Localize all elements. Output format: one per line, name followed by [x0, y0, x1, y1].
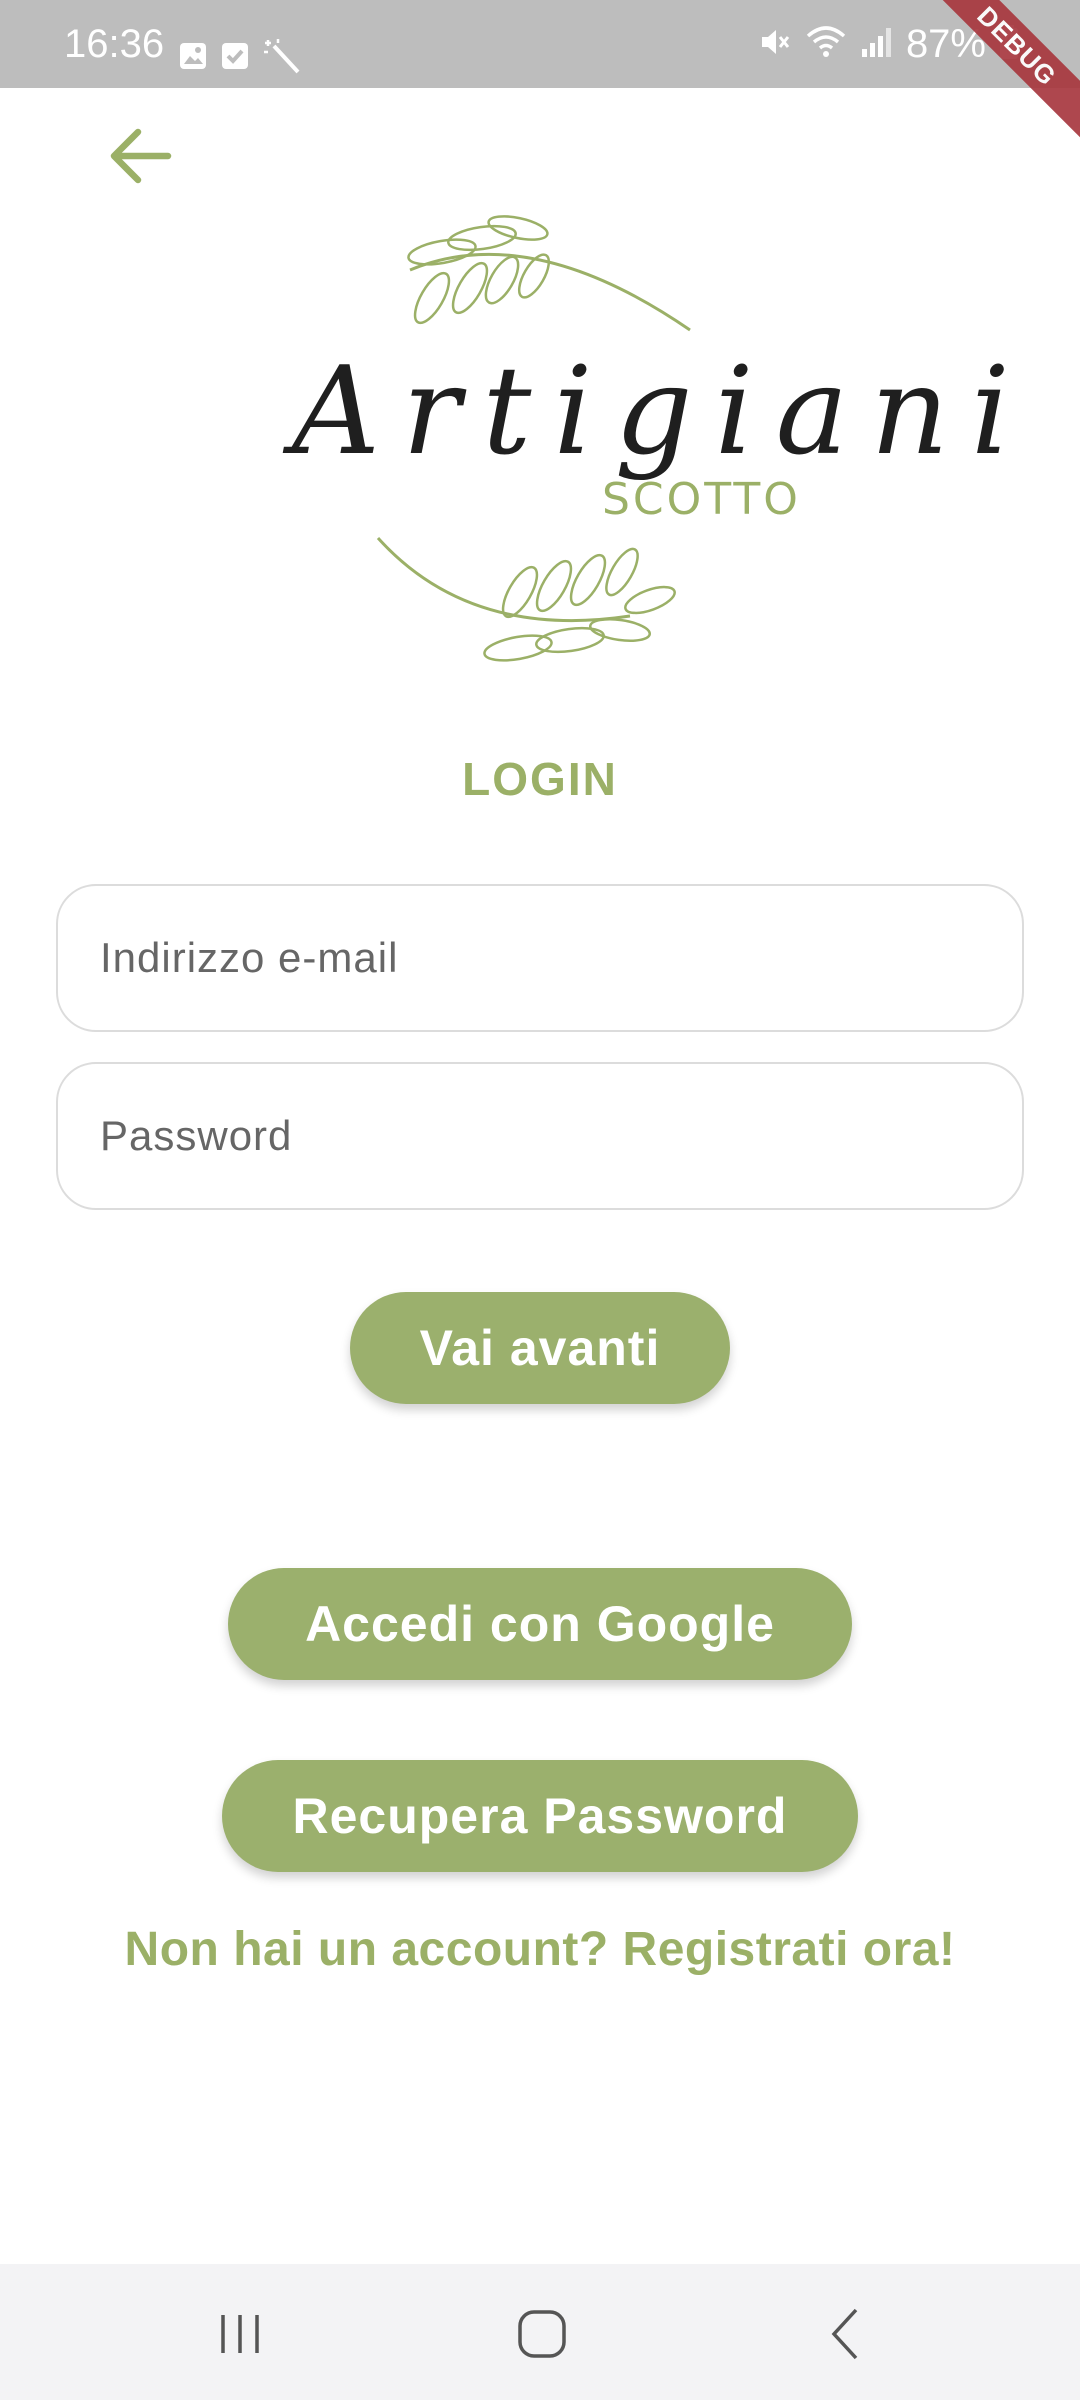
- register-link[interactable]: Non hai un account? Registrati ora!: [0, 1922, 1080, 1977]
- magic-wand-icon: [262, 38, 302, 79]
- brand-logo: Artigiani SCOTTO: [280, 210, 1010, 680]
- mute-icon: [756, 24, 792, 65]
- signal-icon: [860, 25, 894, 64]
- status-time: 16:36: [64, 22, 165, 66]
- home-button[interactable]: [482, 2294, 602, 2374]
- submit-button[interactable]: Vai avanti: [350, 1292, 730, 1404]
- system-back-button[interactable]: [786, 2294, 906, 2374]
- email-field-container: [56, 884, 1024, 1032]
- email-field[interactable]: [100, 934, 1022, 982]
- arrow-left-icon: [110, 128, 172, 184]
- password-field[interactable]: [100, 1112, 1022, 1160]
- recent-apps-icon: [221, 2315, 259, 2353]
- logo-title: Artigiani: [292, 340, 1032, 482]
- home-icon: [518, 2310, 566, 2358]
- logo-subtitle: SCOTTO: [602, 474, 801, 525]
- google-login-button[interactable]: Accedi con Google: [228, 1568, 852, 1680]
- checkbox-icon: [220, 41, 250, 76]
- notification-icons: [178, 38, 302, 79]
- wheat-top-icon: [407, 215, 691, 332]
- back-button[interactable]: [100, 120, 180, 192]
- recover-password-button[interactable]: Recupera Password: [222, 1760, 858, 1872]
- login-title: LOGIN: [462, 753, 618, 805]
- password-field-container: [56, 1062, 1024, 1210]
- status-bar: 16:36 87% DEBUG: [0, 0, 1080, 149]
- chevron-left-icon: [831, 2308, 858, 2360]
- wifi-icon: [804, 24, 848, 65]
- gallery-icon: [178, 41, 208, 76]
- navigation-bar: [0, 2264, 1080, 2400]
- recent-apps-button[interactable]: [180, 2294, 300, 2374]
- wheat-bottom-icon: [376, 536, 676, 662]
- login-screen: 16:36 87% DEBUG Artigiani SCOTTO LOGIN I…: [0, 0, 1080, 2400]
